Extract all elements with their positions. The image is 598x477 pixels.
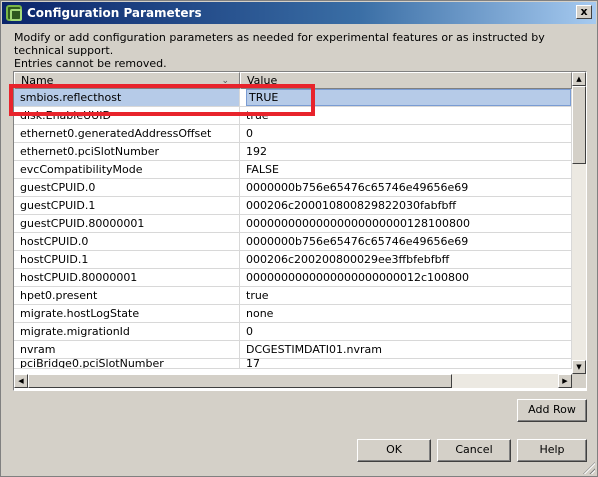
table-row[interactable]: nvram DCGESTIMDATI01.nvram <box>14 341 572 359</box>
row-value-cell[interactable]: TRUE <box>240 89 572 107</box>
table-row[interactable]: migrate.migrationId 0 <box>14 323 572 341</box>
name-column-label: Name <box>21 74 54 87</box>
row-name-cell[interactable]: evcCompatibilityMode <box>14 161 240 179</box>
parameters-table: Name ⌄ Value smbios.reflecthost TRUE dis… <box>13 71 587 391</box>
arrow-down-icon: ▼ <box>576 363 582 371</box>
scroll-corner <box>572 374 586 388</box>
row-name-cell[interactable]: guestCPUID.80000001 <box>14 215 240 233</box>
help-button[interactable]: Help <box>517 439 587 462</box>
table-row[interactable]: pciBridge0.pciSlotNumber 17 <box>14 359 572 369</box>
row-value-cell[interactable]: 17 <box>240 359 572 369</box>
scroll-down-button[interactable]: ▼ <box>572 360 586 374</box>
row-name-cell[interactable]: migrate.migrationId <box>14 323 240 341</box>
row-name-text: pciBridge0.pciSlotNumber <box>20 359 164 369</box>
table-row[interactable]: guestCPUID.80000001 000000000000000000000… <box>14 215 572 233</box>
row-value-cell[interactable]: 000206c200200800029ee3ffbfebfbff <box>240 251 572 269</box>
row-name-cell[interactable]: hpet0.present <box>14 287 240 305</box>
row-name-cell[interactable]: ethernet0.generatedAddressOffset <box>14 125 240 143</box>
value-edit-field[interactable]: TRUE <box>246 89 571 106</box>
table-header: Name ⌄ Value <box>14 72 572 89</box>
cancel-button[interactable]: Cancel <box>437 439 511 462</box>
row-name-cell[interactable]: nvram <box>14 341 240 359</box>
vertical-scrollbar[interactable]: ▲ ▼ <box>572 72 586 374</box>
row-name-cell[interactable]: hostCPUID.1 <box>14 251 240 269</box>
table-row[interactable]: hostCPUID.1 000206c200200800029ee3ffbfebf… <box>14 251 572 269</box>
scroll-up-button[interactable]: ▲ <box>572 72 586 86</box>
resize-grip-icon[interactable] <box>583 462 595 474</box>
row-value-cell[interactable]: FALSE <box>240 161 572 179</box>
row-value-cell[interactable]: 0 <box>240 323 572 341</box>
description-line-2: Entries cannot be removed. <box>14 57 167 70</box>
row-name-cell[interactable]: pciBridge0.pciSlotNumber <box>14 359 240 369</box>
row-value-cell[interactable]: true <box>240 287 572 305</box>
table-row-selected[interactable]: smbios.reflecthost TRUE <box>14 89 572 107</box>
row-value-cell[interactable]: true <box>240 107 572 125</box>
row-value-cell[interactable]: 0000000b756e65476c65746e49656e69 <box>240 233 572 251</box>
arrow-up-icon: ▲ <box>576 75 582 83</box>
close-icon: x <box>580 5 588 18</box>
add-row-button[interactable]: Add Row <box>517 399 587 422</box>
row-value-cell[interactable]: DCGESTIMDATI01.nvram <box>240 341 572 359</box>
name-column-header[interactable]: Name ⌄ <box>14 72 240 89</box>
row-value-cell[interactable]: none <box>240 305 572 323</box>
table-row[interactable]: hostCPUID.80000001 0000000000000000000000… <box>14 269 572 287</box>
row-value-cell[interactable]: 0000000b756e65476c65746e49656e69 <box>240 179 572 197</box>
table-row[interactable]: evcCompatibilityMode FALSE <box>14 161 572 179</box>
description-text: Modify or add configuration parameters a… <box>14 31 584 70</box>
value-column-header[interactable]: Value <box>240 72 572 89</box>
table-row[interactable]: hpet0.present true <box>14 287 572 305</box>
arrow-right-icon: ▶ <box>562 377 568 385</box>
row-value-cell[interactable]: 000206c200010800829822030fabfbff <box>240 197 572 215</box>
row-name-cell[interactable]: smbios.reflecthost <box>14 89 240 107</box>
close-button[interactable]: x <box>576 5 592 19</box>
table-row[interactable]: guestCPUID.0 0000000b756e65476c65746e4965… <box>14 179 572 197</box>
row-name-cell[interactable]: guestCPUID.0 <box>14 179 240 197</box>
row-name-cell[interactable]: hostCPUID.80000001 <box>14 269 240 287</box>
scroll-left-button[interactable]: ◀ <box>14 374 28 388</box>
table-row[interactable]: ethernet0.generatedAddressOffset 0 <box>14 125 572 143</box>
row-value-cell[interactable]: 0 <box>240 125 572 143</box>
row-name-cell[interactable]: disk.EnableUUID <box>14 107 240 125</box>
configuration-parameters-dialog: Configuration Parameters x Modify or add… <box>0 0 598 477</box>
row-name-cell[interactable]: migrate.hostLogState <box>14 305 240 323</box>
arrow-left-icon: ◀ <box>18 377 24 385</box>
horizontal-scrollbar[interactable]: ◀ ▶ <box>14 374 572 388</box>
scroll-right-button[interactable]: ▶ <box>558 374 572 388</box>
row-value-cell[interactable]: 192 <box>240 143 572 161</box>
horizontal-scroll-thumb[interactable] <box>28 374 452 388</box>
row-name-cell[interactable]: hostCPUID.0 <box>14 233 240 251</box>
row-value-text: 17 <box>246 359 260 369</box>
table-body: smbios.reflecthost TRUE disk.EnableUUID t… <box>14 89 572 369</box>
vertical-scroll-thumb[interactable] <box>572 86 586 164</box>
app-icon <box>6 5 22 21</box>
window-title: Configuration Parameters <box>27 6 202 20</box>
table-row[interactable]: guestCPUID.1 000206c200010800829822030fab… <box>14 197 572 215</box>
description-line-1: Modify or add configuration parameters a… <box>14 31 545 57</box>
table-row[interactable]: migrate.hostLogState none <box>14 305 572 323</box>
row-value-cell[interactable]: 00000000000000000000000128100800 <box>240 215 572 233</box>
title-bar[interactable]: Configuration Parameters x <box>2 2 596 24</box>
sort-arrow-icon: ⌄ <box>221 76 229 86</box>
row-name-cell[interactable]: guestCPUID.1 <box>14 197 240 215</box>
table-row[interactable]: ethernet0.pciSlotNumber 192 <box>14 143 572 161</box>
table-row[interactable]: hostCPUID.0 0000000b756e65476c65746e49656… <box>14 233 572 251</box>
table-row[interactable]: disk.EnableUUID true <box>14 107 572 125</box>
row-name-cell[interactable]: ethernet0.pciSlotNumber <box>14 143 240 161</box>
ok-button[interactable]: OK <box>357 439 431 462</box>
value-column-label: Value <box>247 74 278 87</box>
row-value-cell[interactable]: 0000000000000000000000012c100800 <box>240 269 572 287</box>
